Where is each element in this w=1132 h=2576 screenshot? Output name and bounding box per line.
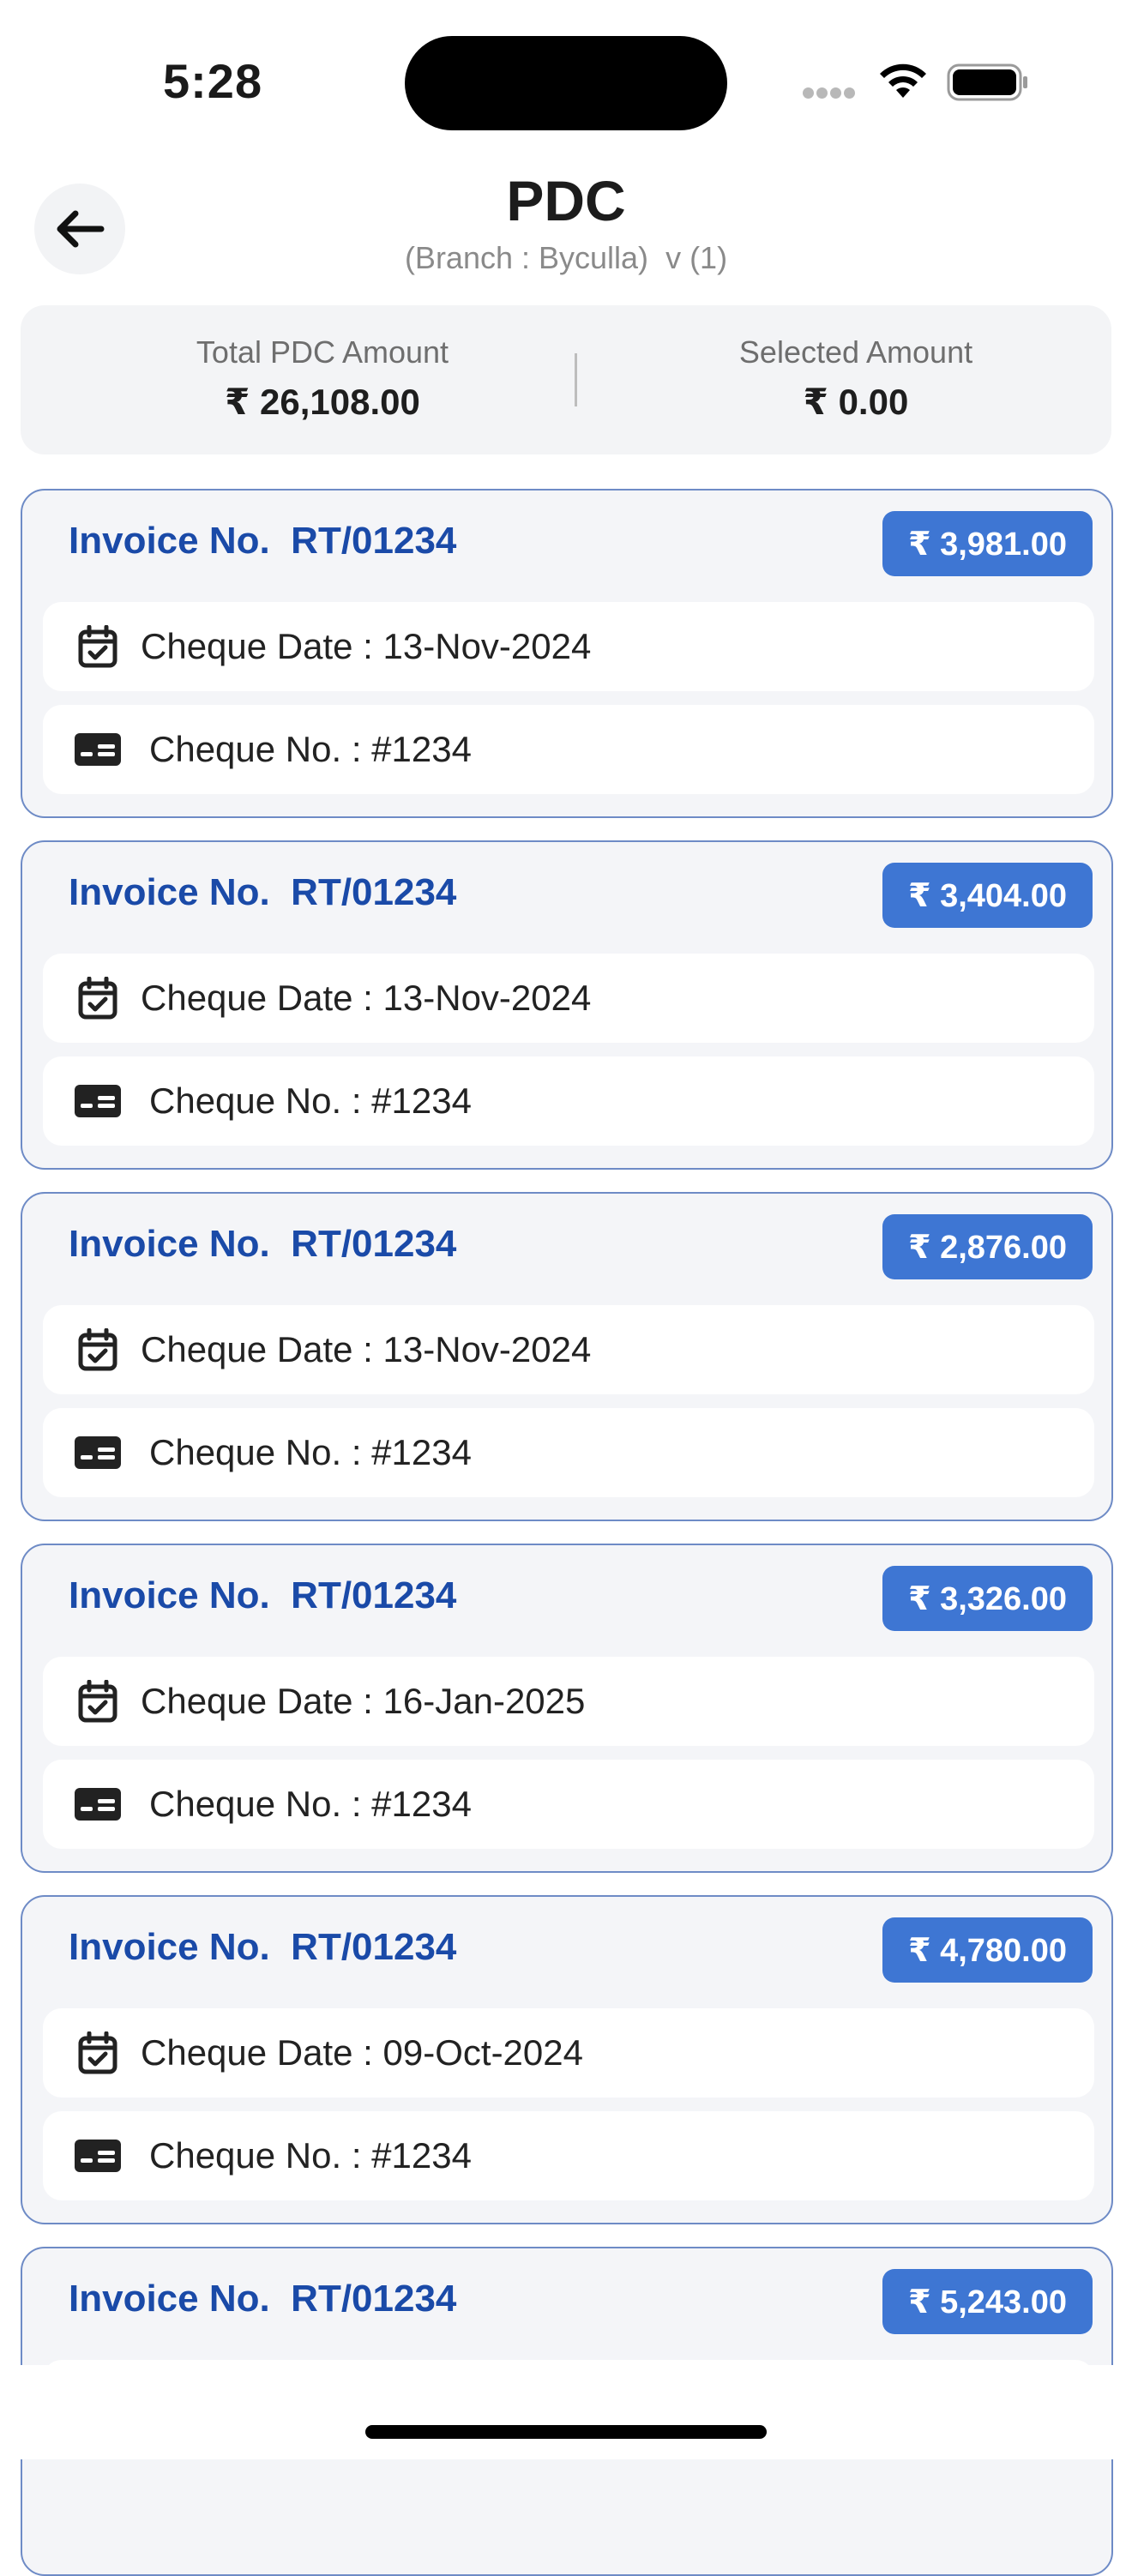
cheque-number-text: Cheque No. : #1234 — [149, 729, 472, 769]
invoice-prefix: Invoice No. — [69, 520, 270, 562]
cheque-date-text: Cheque Date : 13-Nov-2024 — [141, 978, 592, 1018]
invoice-prefix: Invoice No. — [69, 1223, 270, 1265]
invoice-number: Invoice No. RT/01234 — [69, 871, 456, 914]
invoice-no-value: RT/01234 — [291, 2278, 457, 2320]
branch-label: (Branch : Byculla) — [404, 240, 649, 275]
cheque-number-value: #1234 — [371, 2135, 472, 2176]
home-indicator[interactable] — [365, 2425, 767, 2439]
status-time: 5:28 — [163, 54, 263, 108]
cheque-date-text: Cheque Date : 13-Nov-2024 — [141, 626, 592, 666]
invoice-number: Invoice No. RT/01234 — [69, 1926, 456, 1969]
cheque-number-value: #1234 — [371, 729, 472, 769]
amount-badge: ₹ 5,243.00 — [882, 2269, 1093, 2334]
page-title: PDC — [506, 169, 626, 232]
cheque-number-text: Cheque No. : #1234 — [149, 1080, 472, 1121]
invoice-number: Invoice No. RT/01234 — [69, 1223, 456, 1266]
dynamic-island — [405, 36, 727, 130]
bottom-safe-area — [0, 2365, 1132, 2459]
invoice-number: Invoice No. RT/01234 — [69, 1574, 456, 1617]
invoice-card[interactable]: Invoice No. RT/01234 ₹ 3,981.00 Cheque D… — [21, 489, 1113, 818]
calendar-check-icon — [72, 621, 123, 672]
cheque-number-row: Cheque No. : #1234 — [43, 2111, 1094, 2200]
cheque-number-value: #1234 — [371, 1784, 472, 1824]
cheque-number-text: Cheque No. : #1234 — [149, 1432, 472, 1472]
invoice-card[interactable]: Invoice No. RT/01234 ₹ 3,326.00 Cheque D… — [21, 1544, 1113, 1873]
amount-summary: Total PDC Amount ₹ 26,108.00 Selected Am… — [21, 305, 1111, 454]
cheque-date-row: Cheque Date : 09-Oct-2024 — [43, 2008, 1094, 2098]
invoice-no-value: RT/01234 — [291, 871, 457, 913]
cheque-number-text: Cheque No. : #1234 — [149, 2135, 472, 2176]
invoice-no-value: RT/01234 — [291, 1574, 457, 1616]
card-icon — [72, 724, 123, 775]
summary-divider — [575, 353, 577, 406]
invoice-prefix: Invoice No. — [69, 871, 270, 913]
version-label: v (1) — [665, 240, 728, 275]
cheque-number-row: Cheque No. : #1234 — [43, 1408, 1094, 1497]
total-amount-label: Total PDC Amount — [196, 334, 449, 370]
amount-badge: ₹ 3,404.00 — [882, 863, 1093, 928]
cheque-date-value: 13-Nov-2024 — [382, 626, 592, 666]
card-icon — [72, 2130, 123, 2182]
invoice-number: Invoice No. RT/01234 — [69, 2278, 456, 2320]
invoice-number: Invoice No. RT/01234 — [69, 520, 456, 563]
cheque-number-row: Cheque No. : #1234 — [43, 1056, 1094, 1146]
invoice-prefix: Invoice No. — [69, 1574, 270, 1616]
cheque-date-value: 16-Jan-2025 — [382, 1681, 586, 1721]
cheque-date-value: 13-Nov-2024 — [382, 1329, 592, 1369]
calendar-check-icon — [72, 2027, 123, 2079]
cheque-date-text: Cheque Date : 13-Nov-2024 — [141, 1329, 592, 1369]
cheque-number-value: #1234 — [371, 1432, 472, 1472]
selected-amount-value: ₹ 0.00 — [803, 382, 909, 422]
card-icon — [72, 1427, 123, 1478]
invoice-no-value: RT/01234 — [291, 520, 457, 562]
cheque-date-value: 13-Nov-2024 — [382, 978, 592, 1018]
cellular-signal-icon — [803, 87, 861, 101]
cheque-date-text: Cheque Date : 09-Oct-2024 — [141, 2032, 583, 2073]
cheque-number-row: Cheque No. : #1234 — [43, 1760, 1094, 1849]
invoice-no-value: RT/01234 — [291, 1223, 457, 1265]
cheque-date-text: Cheque Date : 16-Jan-2025 — [141, 1681, 586, 1721]
cheque-number-row: Cheque No. : #1234 — [43, 705, 1094, 794]
cheque-date-row: Cheque Date : 13-Nov-2024 — [43, 954, 1094, 1043]
page-subtitle: (Branch : Byculla) v (1) — [0, 240, 1132, 276]
cheque-date-value: 09-Oct-2024 — [382, 2032, 583, 2073]
invoice-card[interactable]: Invoice No. RT/01234 ₹ 3,404.00 Cheque D… — [21, 840, 1113, 1170]
invoice-no-value: RT/01234 — [291, 1926, 457, 1968]
total-amount-block: Total PDC Amount ₹ 26,108.00 — [65, 334, 580, 423]
invoice-card[interactable]: Invoice No. RT/01234 ₹ 4,780.00 Cheque D… — [21, 1895, 1113, 2224]
cheque-date-row: Cheque Date : 13-Nov-2024 — [43, 1305, 1094, 1394]
total-amount-value: ₹ 26,108.00 — [225, 382, 420, 422]
cheque-number-text: Cheque No. : #1234 — [149, 1784, 472, 1824]
cheque-date-row: Cheque Date : 16-Jan-2025 — [43, 1657, 1094, 1746]
amount-badge: ₹ 2,876.00 — [882, 1214, 1093, 1279]
amount-badge: ₹ 3,326.00 — [882, 1566, 1093, 1631]
card-icon — [72, 1075, 123, 1127]
invoice-prefix: Invoice No. — [69, 1926, 270, 1968]
wifi-icon — [880, 63, 926, 98]
selected-amount-block: Selected Amount ₹ 0.00 — [599, 334, 1113, 423]
selected-amount-label: Selected Amount — [738, 334, 973, 370]
invoice-prefix: Invoice No. — [69, 2278, 270, 2320]
battery-icon — [947, 63, 1027, 101]
cheque-number-value: #1234 — [371, 1080, 472, 1121]
calendar-check-icon — [72, 1324, 123, 1375]
amount-badge: ₹ 4,780.00 — [882, 1917, 1093, 1983]
amount-badge: ₹ 3,981.00 — [882, 511, 1093, 576]
status-bar: 5:28 — [0, 0, 1132, 163]
invoice-card[interactable]: Invoice No. RT/01234 ₹ 2,876.00 Cheque D… — [21, 1192, 1113, 1521]
card-icon — [72, 1779, 123, 1830]
calendar-check-icon — [72, 1676, 123, 1727]
cheque-date-row: Cheque Date : 13-Nov-2024 — [43, 602, 1094, 691]
calendar-check-icon — [72, 972, 123, 1024]
